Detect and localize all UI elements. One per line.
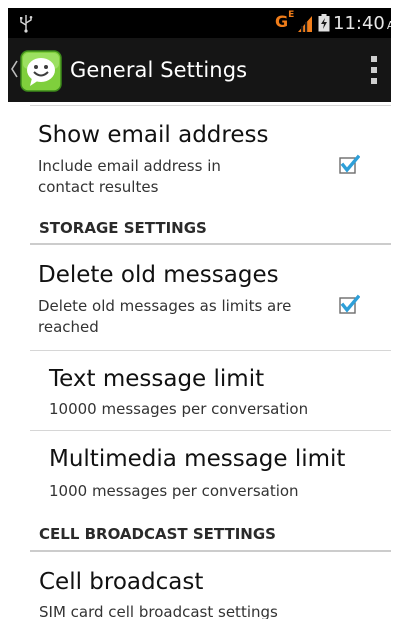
pref-delete-old-messages[interactable]: Delete old messages Delete old messages … <box>8 252 391 344</box>
pref-title: Cell broadcast <box>39 569 204 595</box>
pref-summary: 1000 messages per conversation <box>49 482 299 500</box>
pref-cell-broadcast[interactable]: Cell broadcast SIM card cell broadcast s… <box>8 557 391 619</box>
signal-strength-icon <box>298 16 312 32</box>
overflow-dot <box>371 78 377 84</box>
pref-title: Delete old messages <box>38 262 279 288</box>
section-header-storage: STORAGE SETTINGS <box>39 219 207 237</box>
usb-icon <box>20 15 33 33</box>
list-divider <box>30 350 391 351</box>
phone-screen: GE 11:40AM General Settings <box>8 8 391 619</box>
pref-title: Multimedia message limit <box>49 446 346 472</box>
up-navigation-icon[interactable] <box>10 60 18 78</box>
pref-title: Show email address <box>38 122 269 148</box>
pref-summary: 10000 messages per conversation <box>49 400 309 418</box>
clock-time: 11:40 <box>333 13 385 34</box>
messaging-app-icon[interactable] <box>20 50 62 92</box>
pref-multimedia-message-limit[interactable]: Multimedia message limit 1000 messages p… <box>8 432 391 510</box>
pref-text-message-limit[interactable]: Text message limit 10000 messages per co… <box>8 352 391 430</box>
pref-show-email-address[interactable]: Show email address Include email address… <box>8 112 391 202</box>
list-divider <box>30 430 391 431</box>
network-type-sub: E <box>288 10 295 20</box>
pref-title: Text message limit <box>49 366 265 392</box>
network-type-indicator: GE <box>275 10 295 31</box>
status-bar: GE 11:40AM <box>8 8 391 38</box>
overflow-menu-icon[interactable] <box>364 54 384 86</box>
overflow-dot <box>371 56 377 62</box>
battery-icon <box>318 14 330 32</box>
pref-summary: Include email address in contact resulte… <box>38 157 221 196</box>
section-header-cell-broadcast: CELL BROADCAST SETTINGS <box>39 525 276 543</box>
network-type-letter: G <box>275 12 289 31</box>
delete-old-checkbox[interactable] <box>338 294 360 316</box>
list-divider <box>30 105 391 106</box>
screen-title: General Settings <box>70 58 248 82</box>
section-header-line <box>30 243 391 245</box>
show-email-checkbox[interactable] <box>338 154 360 176</box>
section-header-line <box>30 550 391 552</box>
clock-ampm: AM <box>386 19 391 32</box>
pref-summary: SIM card cell broadcast settings <box>39 603 278 619</box>
action-bar: General Settings <box>8 38 391 102</box>
pref-summary: Delete old messages as limits are reache… <box>38 297 292 336</box>
overflow-dot <box>371 67 377 73</box>
status-clock: 11:40AM <box>333 13 391 34</box>
